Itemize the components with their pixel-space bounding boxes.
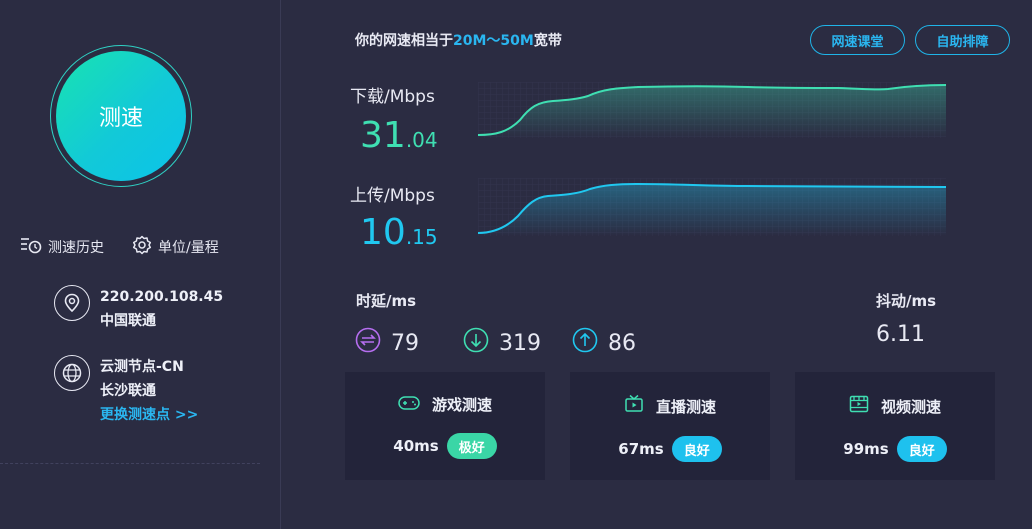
download-label: 下载/Mbps: [350, 87, 435, 107]
upload-value-dec: .15: [405, 225, 438, 249]
history-button[interactable]: 测速历史: [20, 235, 104, 259]
arrow-up-icon: [572, 327, 598, 359]
ip-info: 220.200.108.45 中国联通: [54, 285, 223, 333]
tool-row: 测速历史 单位/量程: [20, 235, 219, 259]
live-test-ms: 67ms: [618, 440, 664, 458]
unit-range-label: 单位/量程: [158, 240, 219, 256]
gear-icon: [132, 235, 152, 259]
speed-test-ring: 测速: [50, 45, 192, 187]
latency-title: 时延/ms: [356, 292, 417, 310]
gamepad-icon: [398, 395, 420, 415]
download-value-int: 31: [360, 115, 406, 156]
latency-idle: 79: [355, 327, 419, 359]
speed-course-button[interactable]: 网速课堂: [810, 25, 905, 55]
live-test-title: 直播测速: [655, 397, 716, 416]
unit-range-button[interactable]: 单位/量程: [132, 235, 219, 259]
latency-idle-value: 79: [391, 330, 419, 356]
video-test-rating: 良好: [896, 436, 947, 462]
bandwidth-prefix: 你的网速相当于: [355, 33, 453, 49]
isp-name: 中国联通: [100, 313, 156, 329]
node-info: 云测节点-CN 长沙联通 更换测速点 >>: [54, 355, 198, 427]
location-pin-icon: [54, 285, 90, 321]
divider: [0, 463, 260, 464]
bandwidth-range: 20M～50M: [453, 33, 534, 49]
video-test-title: 视频测速: [880, 397, 941, 416]
download-value: 31.04: [360, 116, 438, 160]
change-node-link[interactable]: 更换测速点 >>: [100, 403, 198, 427]
latency-upload: 86: [572, 327, 636, 359]
live-test-rating: 良好: [671, 436, 722, 462]
video-test-ms: 99ms: [843, 440, 889, 458]
swap-icon: [355, 327, 381, 359]
download-graph: [478, 82, 946, 138]
history-icon: [20, 236, 42, 258]
node-name: 云测节点-CN: [100, 359, 184, 375]
download-value-dec: .04: [405, 128, 438, 152]
game-test-title: 游戏测速: [431, 396, 492, 414]
left-panel: 测速 测速历史 单位/量程 220.200.108.45 中国联通 云测节点-C…: [0, 0, 281, 529]
upload-label: 上传/Mbps: [350, 186, 435, 206]
latency-download-value: 319: [499, 330, 541, 356]
latency-download: 319: [463, 327, 541, 359]
game-test-card[interactable]: 游戏测速 40ms 极好: [345, 372, 545, 480]
node-location: 长沙联通: [100, 383, 156, 399]
bandwidth-summary: 你的网速相当于20M～50M宽带: [355, 30, 562, 50]
jitter-value: 6.11: [876, 322, 925, 347]
tv-icon: [624, 394, 644, 418]
globe-icon: [54, 355, 90, 391]
upload-value: 10.15: [360, 213, 438, 257]
upload-graph: [478, 178, 946, 236]
jitter-title: 抖动/ms: [876, 292, 937, 310]
live-test-card[interactable]: 直播测速 67ms 良好: [570, 372, 770, 480]
video-test-card[interactable]: 视频测速 99ms 良好: [795, 372, 995, 480]
history-label: 测速历史: [48, 240, 104, 256]
film-icon: [849, 394, 869, 418]
latency-upload-value: 86: [608, 330, 636, 356]
ip-address: 220.200.108.45: [100, 289, 224, 305]
upload-value-int: 10: [360, 212, 406, 253]
game-test-rating: 极好: [446, 433, 497, 459]
bandwidth-suffix: 宽带: [533, 33, 562, 49]
arrow-down-icon: [463, 327, 489, 359]
game-test-ms: 40ms: [393, 437, 439, 455]
start-test-button[interactable]: 测速: [56, 51, 186, 181]
self-troubleshoot-button[interactable]: 自助排障: [915, 25, 1010, 55]
